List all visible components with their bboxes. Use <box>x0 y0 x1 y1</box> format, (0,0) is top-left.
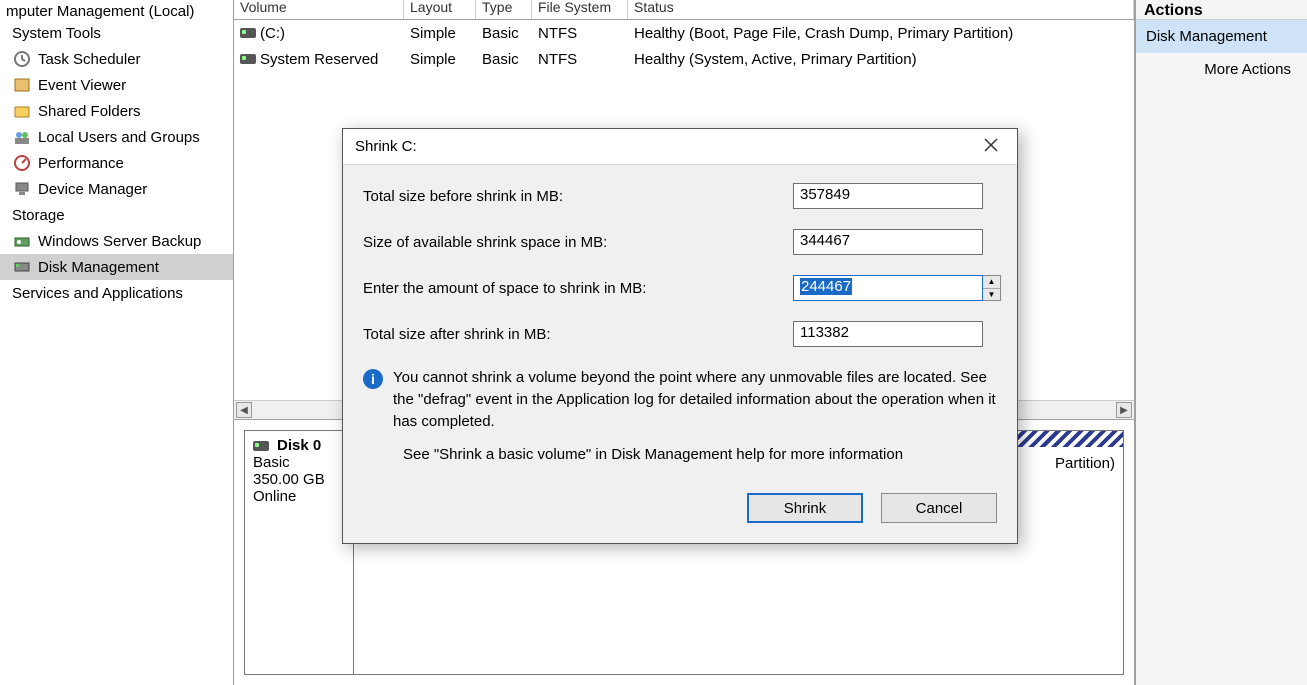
col-layout[interactable]: Layout <box>404 0 476 20</box>
input-shrink-value: 244467 <box>800 278 852 295</box>
label-available: Size of available shrink space in MB: <box>363 234 793 251</box>
col-volume[interactable]: Volume <box>234 0 404 20</box>
dialog-title: Shrink C: <box>355 138 417 155</box>
tree-disk-management[interactable]: Disk Management <box>0 254 233 280</box>
close-button[interactable] <box>977 136 1005 157</box>
spinner: ▲ ▼ <box>983 275 1001 301</box>
tree-label: Windows Server Backup <box>38 233 201 250</box>
tree-local-users[interactable]: Local Users and Groups <box>0 124 233 150</box>
field-available: 344467 <box>793 229 983 255</box>
tree-device-manager[interactable]: Device Manager <box>0 176 233 202</box>
dialog-titlebar: Shrink C: <box>343 129 1017 165</box>
label-total-before: Total size before shrink in MB: <box>363 188 793 205</box>
users-icon <box>12 127 32 147</box>
col-fs[interactable]: File System <box>532 0 628 20</box>
tree-root-label: mputer Management (Local) <box>6 3 194 20</box>
info-text: You cannot shrink a volume beyond the po… <box>393 367 997 432</box>
tree-label: Event Viewer <box>38 77 126 94</box>
tree-label: Local Users and Groups <box>38 129 200 146</box>
disk-info[interactable]: Disk 0 Basic 350.00 GB Online <box>244 430 354 675</box>
tree-shared-folders[interactable]: Shared Folders <box>0 98 233 124</box>
volume-icon <box>240 28 256 38</box>
actions-header: Actions <box>1136 0 1307 20</box>
disk-type: Basic <box>253 454 345 471</box>
shrink-button[interactable]: Shrink <box>747 493 863 523</box>
actions-disk-management[interactable]: Disk Management <box>1136 20 1307 53</box>
vol-type: Basic <box>476 25 532 42</box>
spin-down-button[interactable]: ▼ <box>983 289 1000 301</box>
label-enter-amount: Enter the amount of space to shrink in M… <box>363 280 793 297</box>
tree-label: System Tools <box>12 25 101 42</box>
cancel-button[interactable]: Cancel <box>881 493 997 523</box>
event-icon <box>12 75 32 95</box>
tree-services-apps[interactable]: Services and Applications <box>0 280 233 306</box>
vol-name: (C:) <box>260 25 285 42</box>
disk-icon <box>253 441 269 451</box>
disk-icon <box>12 257 32 277</box>
tree-label: Disk Management <box>38 259 159 276</box>
col-status[interactable]: Status <box>628 0 1134 20</box>
help-text: See "Shrink a basic volume" in Disk Mana… <box>403 446 997 463</box>
clock-icon <box>12 49 32 69</box>
actions-pane: Actions Disk Management More Actions <box>1135 0 1307 685</box>
field-total-after: 113382 <box>793 321 983 347</box>
volume-list-header: Volume Layout Type File System Status <box>234 0 1134 20</box>
close-icon <box>984 138 998 152</box>
actions-more[interactable]: More Actions <box>1136 53 1307 86</box>
tree-task-scheduler[interactable]: Task Scheduler <box>0 46 233 72</box>
folder-icon <box>12 101 32 121</box>
spin-up-button[interactable]: ▲ <box>983 276 1000 289</box>
tree-event-viewer[interactable]: Event Viewer <box>0 72 233 98</box>
tree-ws-backup[interactable]: Windows Server Backup <box>0 228 233 254</box>
perf-icon <box>12 153 32 173</box>
info-icon: i <box>363 369 383 389</box>
tree-label: Storage <box>12 207 65 224</box>
volume-row[interactable]: System Reserved Simple Basic NTFS Health… <box>234 46 1134 72</box>
nav-tree: mputer Management (Local) System Tools T… <box>0 0 234 685</box>
field-total-before: 357849 <box>793 183 983 209</box>
volume-row[interactable]: (C:) Simple Basic NTFS Healthy (Boot, Pa… <box>234 20 1134 46</box>
input-shrink-amount[interactable]: 244467 <box>793 275 983 301</box>
disk-title: Disk 0 <box>277 437 321 454</box>
vol-layout: Simple <box>404 25 476 42</box>
tree-label: Services and Applications <box>12 285 183 302</box>
backup-icon <box>12 231 32 251</box>
volume-icon <box>240 54 256 64</box>
disk-state: Online <box>253 488 345 505</box>
vol-status: Healthy (System, Active, Primary Partiti… <box>628 51 1134 68</box>
col-type[interactable]: Type <box>476 0 532 20</box>
tree-label: Performance <box>38 155 124 172</box>
scroll-left-button[interactable]: ◀ <box>236 402 252 418</box>
vol-name: System Reserved <box>260 51 378 68</box>
device-icon <box>12 179 32 199</box>
tree-system-tools[interactable]: System Tools <box>0 20 233 46</box>
vol-status: Healthy (Boot, Page File, Crash Dump, Pr… <box>628 25 1134 42</box>
vol-fs: NTFS <box>532 51 628 68</box>
vol-type: Basic <box>476 51 532 68</box>
tree-root[interactable]: mputer Management (Local) <box>0 2 233 20</box>
scroll-right-button[interactable]: ▶ <box>1116 402 1132 418</box>
label-total-after: Total size after shrink in MB: <box>363 326 793 343</box>
vol-fs: NTFS <box>532 25 628 42</box>
tree-label: Task Scheduler <box>38 51 141 68</box>
tree-storage[interactable]: Storage <box>0 202 233 228</box>
tree-performance[interactable]: Performance <box>0 150 233 176</box>
tree-label: Device Manager <box>38 181 147 198</box>
shrink-dialog: Shrink C: Total size before shrink in MB… <box>342 128 1018 544</box>
disk-size: 350.00 GB <box>253 471 345 488</box>
vol-layout: Simple <box>404 51 476 68</box>
tree-label: Shared Folders <box>38 103 141 120</box>
